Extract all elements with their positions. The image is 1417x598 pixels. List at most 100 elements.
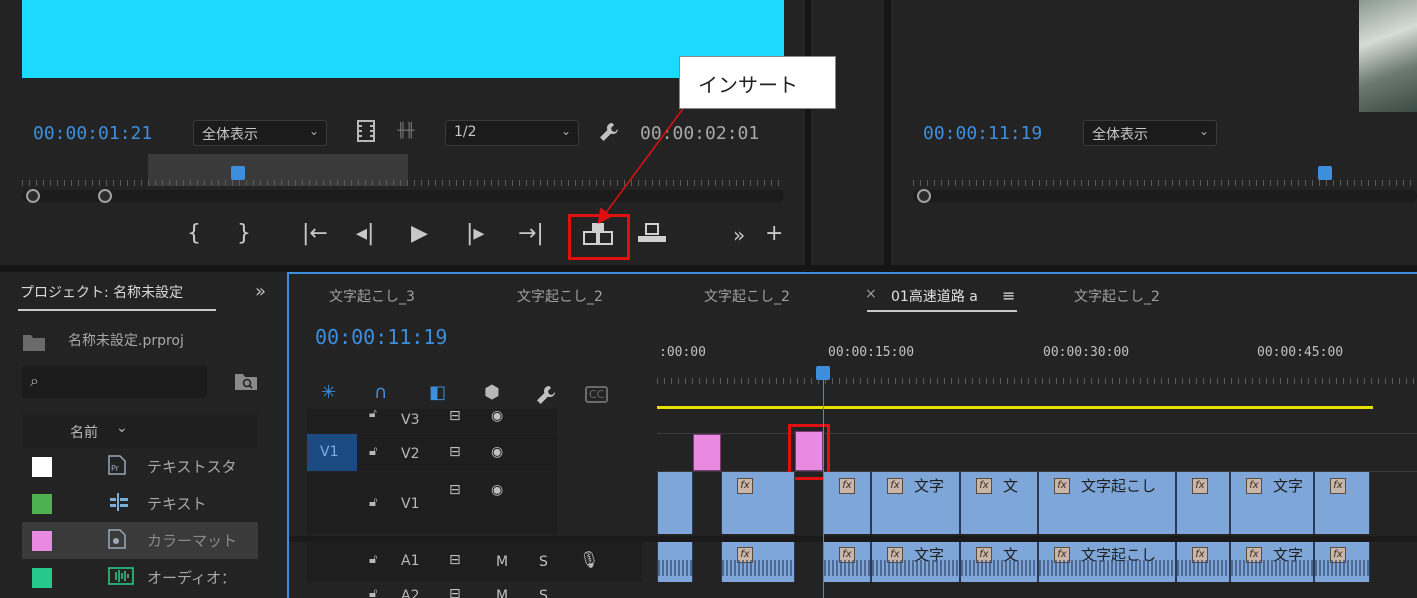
overwrite-button[interactable] (637, 222, 669, 248)
scroll-start-handle[interactable] (26, 189, 40, 203)
scroll-start-handle[interactable] (917, 189, 931, 203)
color-matte-icon (108, 529, 126, 553)
label-color-swatch[interactable] (32, 531, 52, 551)
more-controls-icon[interactable]: » (733, 225, 745, 245)
column-header[interactable]: 名前 ⌄ (22, 414, 258, 448)
source-video-frame (22, 0, 784, 78)
audio-waveform-icon[interactable]: ╫╫ (395, 124, 417, 138)
audio-clip[interactable]: fx (823, 542, 871, 582)
linked-selection-icon[interactable]: ◧ (429, 384, 446, 402)
source-zoom-dropdown[interactable]: 全体表示 ⌄ (193, 120, 327, 146)
source-current-timecode[interactable]: 00:00:01:21 (33, 123, 152, 144)
program-zoom-scrollbar[interactable] (913, 189, 1417, 203)
lock-icon[interactable]: 🔓︎ (369, 552, 377, 567)
nest-sequence-icon[interactable]: ✳ (321, 384, 336, 402)
video-clip[interactable]: fx 文字 (871, 472, 960, 534)
sequence-tab[interactable]: 文字起こし_2 (1074, 286, 1160, 306)
project-search-input[interactable]: ⌕ (22, 366, 207, 398)
sequence-tab-active[interactable]: 01高速道路 a (891, 286, 978, 306)
video-clip[interactable]: fx (721, 472, 795, 534)
program-time-ruler[interactable] (913, 168, 1417, 186)
microphone-icon[interactable]: 🎙︎ (579, 550, 599, 569)
lock-icon[interactable]: 🔓︎ (369, 495, 377, 510)
audio-clip[interactable]: fx (1176, 542, 1230, 582)
program-playhead[interactable] (1318, 166, 1332, 180)
play-icon[interactable]: ▶ (411, 223, 428, 245)
video-clip[interactable]: fx 文 (960, 472, 1038, 534)
clip-name: 文字 (1273, 546, 1304, 564)
sequence-tab[interactable]: 文字起こし_3 (329, 286, 415, 306)
step-forward-icon[interactable]: |▸ (466, 223, 484, 245)
audio-clip[interactable] (657, 542, 693, 582)
track-label-a2: A2 (401, 588, 420, 598)
audio-waveform-icon (108, 566, 134, 590)
video-clip[interactable]: fx (1176, 472, 1230, 534)
timeline-settings-wrench-icon[interactable] (535, 384, 557, 410)
mute-button[interactable]: M (496, 554, 508, 570)
source-resolution-dropdown[interactable]: 1/2 ⌄ (445, 120, 579, 146)
audio-clip[interactable]: fx 文字 (1230, 542, 1314, 582)
audio-clip[interactable]: fx (721, 542, 795, 582)
lock-icon[interactable]: 🔓︎ (369, 406, 377, 421)
mark-out-button[interactable]: } (237, 223, 251, 245)
timeline-time-ruler[interactable] (657, 366, 1417, 384)
filmstrip-icon[interactable] (355, 120, 377, 146)
project-tab[interactable]: プロジェクト: 名称未設定 (20, 282, 183, 302)
project-item[interactable]: テキスト (22, 485, 258, 522)
mark-in-button[interactable]: { (187, 223, 201, 245)
label-color-swatch[interactable] (32, 457, 52, 477)
sync-lock-icon[interactable]: ⊟ (449, 444, 461, 460)
go-to-out-button[interactable]: →| (518, 223, 544, 245)
audio-clip[interactable]: fx 文 (960, 542, 1038, 582)
add-marker-icon[interactable]: ⬢ (484, 384, 500, 402)
snap-magnet-icon[interactable]: ∩ (374, 384, 387, 402)
close-tab-icon[interactable]: × (865, 286, 877, 302)
label-color-swatch[interactable] (32, 494, 52, 514)
panel-overflow-icon[interactable]: » (255, 281, 266, 302)
sort-chevron-icon[interactable]: ⌄ (116, 420, 128, 436)
lock-icon[interactable]: 🔓︎ (369, 586, 377, 598)
timeline-current-timecode[interactable]: 00:00:11:19 (315, 325, 447, 349)
panel-divider-horizontal[interactable] (0, 265, 1417, 272)
solo-button[interactable]: S (539, 554, 548, 570)
add-button-icon[interactable]: + (765, 223, 783, 245)
project-item[interactable]: Pr テキストスタ (22, 448, 258, 485)
sequence-tab[interactable]: 文字起こし_2 (704, 286, 790, 306)
lock-icon[interactable]: 🔓︎ (369, 444, 377, 459)
eye-icon[interactable]: ◉ (491, 482, 503, 498)
sequence-tab[interactable]: 文字起こし_2 (517, 286, 603, 306)
project-item[interactable]: オーディオ： (22, 559, 258, 596)
program-zoom-dropdown[interactable]: 全体表示 ⌄ (1083, 120, 1217, 146)
eye-icon[interactable]: ◉ (491, 408, 503, 424)
video-clip[interactable] (657, 472, 693, 534)
audio-clip[interactable]: fx 文字起こし (1038, 542, 1176, 582)
eye-icon[interactable]: ◉ (491, 444, 503, 460)
video-clip[interactable]: fx 文字 (1230, 472, 1314, 534)
step-back-icon[interactable]: ◂| (356, 223, 374, 245)
sync-lock-icon[interactable]: ⊟ (449, 482, 461, 498)
scroll-end-handle[interactable] (98, 189, 112, 203)
audio-clip[interactable]: fx (1314, 542, 1370, 582)
source-playhead[interactable] (231, 166, 245, 180)
video-clip[interactable]: fx 文字起こし (1038, 472, 1176, 534)
solo-button[interactable]: S (539, 588, 548, 598)
video-clip[interactable]: fx (823, 472, 871, 534)
project-item-selected[interactable]: カラーマット (22, 522, 258, 559)
source-patch-v1[interactable]: V1 (307, 434, 357, 471)
video-clip[interactable]: fx (1314, 472, 1370, 534)
sync-lock-icon[interactable]: ⊟ (449, 552, 461, 568)
tab-menu-icon[interactable]: ≡ (1002, 286, 1015, 305)
sync-lock-icon[interactable]: ⊟ (449, 586, 461, 598)
color-matte-clip[interactable] (693, 434, 721, 471)
program-current-timecode[interactable]: 00:00:11:19 (923, 123, 1042, 144)
audio-clip[interactable]: fx 文字 (871, 542, 960, 582)
panel-divider[interactable] (884, 0, 891, 265)
timeline-playhead[interactable] (816, 366, 830, 380)
go-to-in-button[interactable]: |← (302, 223, 328, 245)
label-color-swatch[interactable] (32, 568, 52, 588)
work-area-bar[interactable] (657, 406, 1373, 409)
sync-lock-icon[interactable]: ⊟ (449, 408, 461, 424)
find-bin-icon[interactable] (234, 371, 258, 391)
mute-button[interactable]: M (496, 588, 508, 598)
captions-icon[interactable]: CC (585, 386, 609, 403)
